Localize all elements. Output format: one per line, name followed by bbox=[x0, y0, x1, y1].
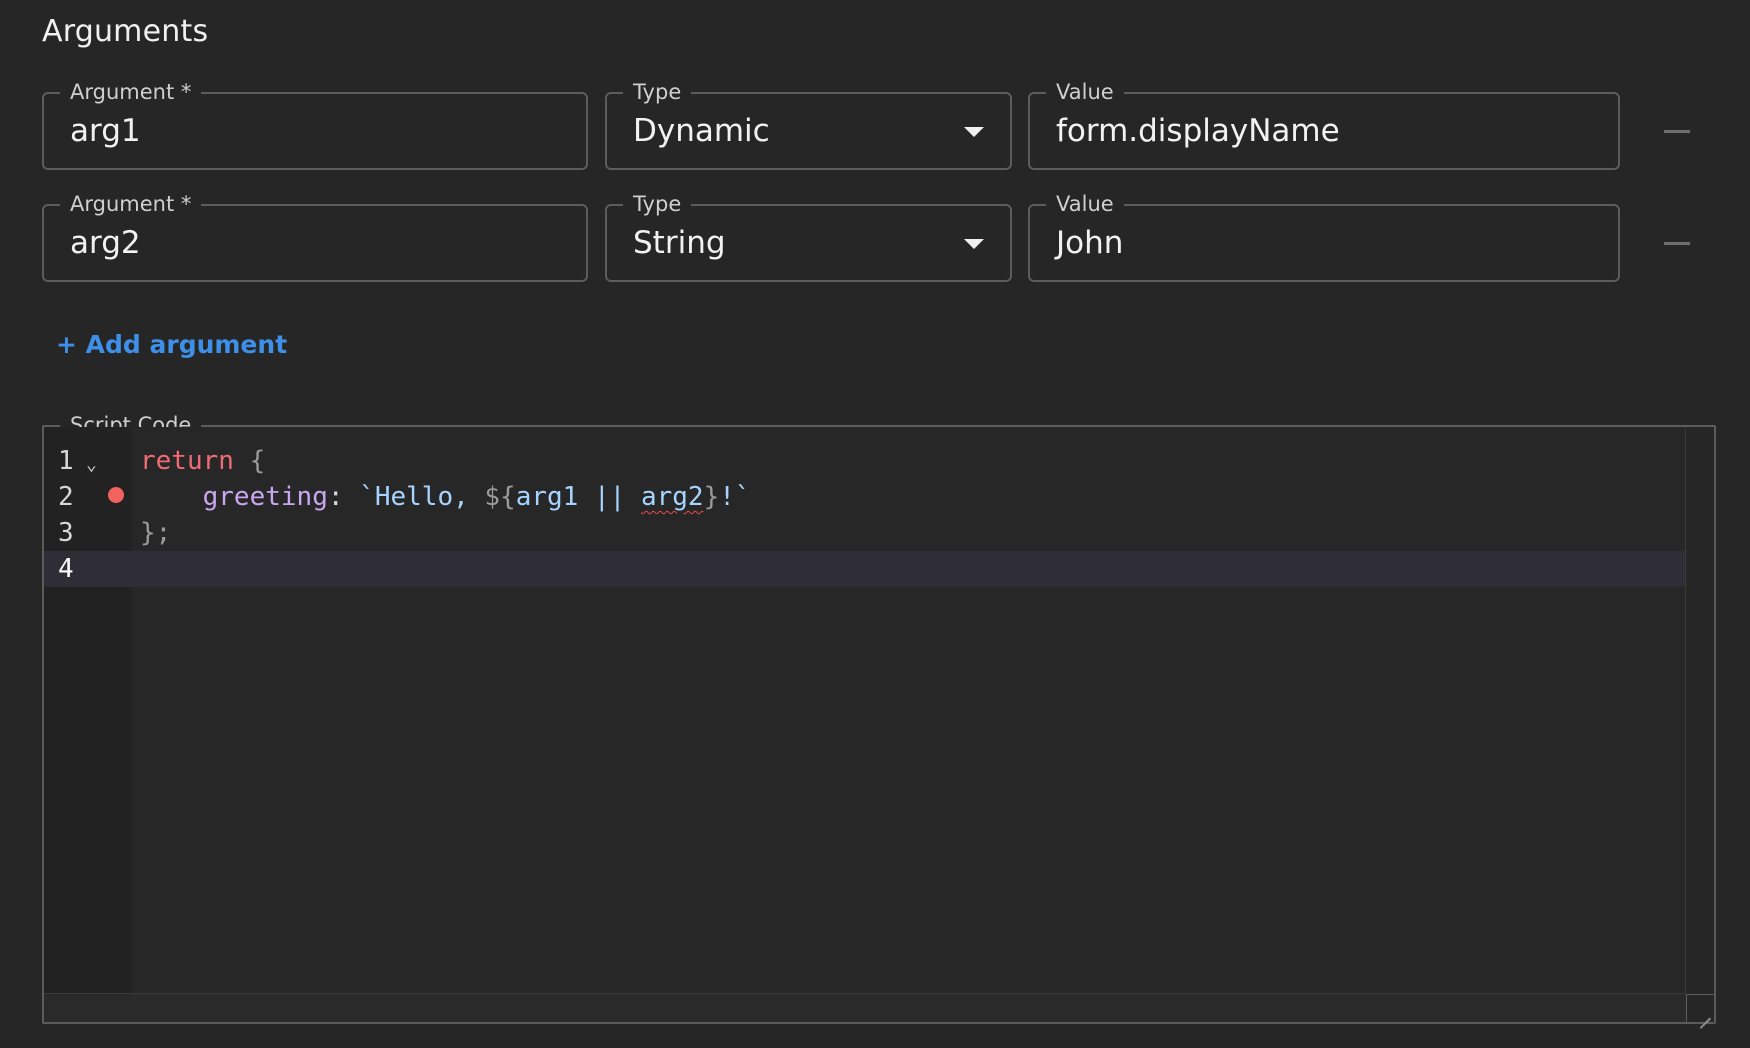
code-line-1[interactable]: 1 ⌄ return { bbox=[44, 443, 1686, 479]
argument-type-select-1[interactable]: Type Dynamic bbox=[605, 79, 1012, 170]
dropdown-caret-icon[interactable] bbox=[964, 127, 984, 137]
line-number: 3 bbox=[58, 518, 74, 548]
chevron-down-icon[interactable]: ⌄ bbox=[86, 447, 97, 483]
line-number: 4 bbox=[58, 554, 74, 584]
argument-value-field-1[interactable]: Value form.displayName bbox=[1028, 79, 1620, 170]
code-text: greeting: `Hello, ${arg1 || arg2}!` bbox=[202, 482, 751, 512]
remove-argument-button-1[interactable] bbox=[1662, 117, 1692, 147]
argument-value-field-2[interactable]: Value John bbox=[1028, 191, 1620, 282]
horizontal-scrollbar[interactable] bbox=[44, 993, 1686, 1022]
code-line-3[interactable]: 3 }; bbox=[44, 515, 1686, 551]
argument-type-value[interactable]: Dynamic bbox=[633, 94, 770, 168]
minus-icon bbox=[1664, 242, 1690, 245]
remove-argument-button-2[interactable] bbox=[1662, 229, 1692, 259]
argument-name-field-2[interactable]: Argument * arg2 bbox=[42, 191, 588, 282]
argument-value-value[interactable]: John bbox=[1056, 206, 1123, 280]
line-number: 2 bbox=[58, 482, 74, 512]
code-text: }; bbox=[140, 518, 172, 548]
vertical-scrollbar[interactable] bbox=[1685, 427, 1714, 994]
argument-type-value[interactable]: String bbox=[633, 206, 726, 280]
dropdown-caret-icon[interactable] bbox=[964, 239, 984, 249]
add-argument-button[interactable]: + Add argument bbox=[56, 330, 287, 359]
breakpoint-icon[interactable] bbox=[108, 487, 124, 503]
code-line-4-active[interactable]: 4 bbox=[44, 551, 1686, 587]
code-line-2[interactable]: 2 greeting: `Hello, ${arg1 || arg2}!` bbox=[44, 479, 1686, 515]
argument-name-value[interactable]: arg2 bbox=[70, 206, 141, 280]
script-code-editor[interactable]: Script Code 1 ⌄ return { 2 greeting: `He… bbox=[42, 412, 1716, 1029]
argument-name-value[interactable]: arg1 bbox=[70, 94, 141, 168]
argument-value-value[interactable]: form.displayName bbox=[1056, 94, 1340, 168]
arguments-heading: Arguments bbox=[42, 14, 209, 49]
resize-handle-icon[interactable] bbox=[1686, 994, 1714, 1029]
code-text: return { bbox=[140, 446, 266, 476]
minus-icon bbox=[1664, 130, 1690, 133]
argument-name-field-1[interactable]: Argument * arg1 bbox=[42, 79, 588, 170]
argument-type-select-2[interactable]: Type String bbox=[605, 191, 1012, 282]
lint-warning-squiggle: arg2 bbox=[640, 482, 704, 512]
